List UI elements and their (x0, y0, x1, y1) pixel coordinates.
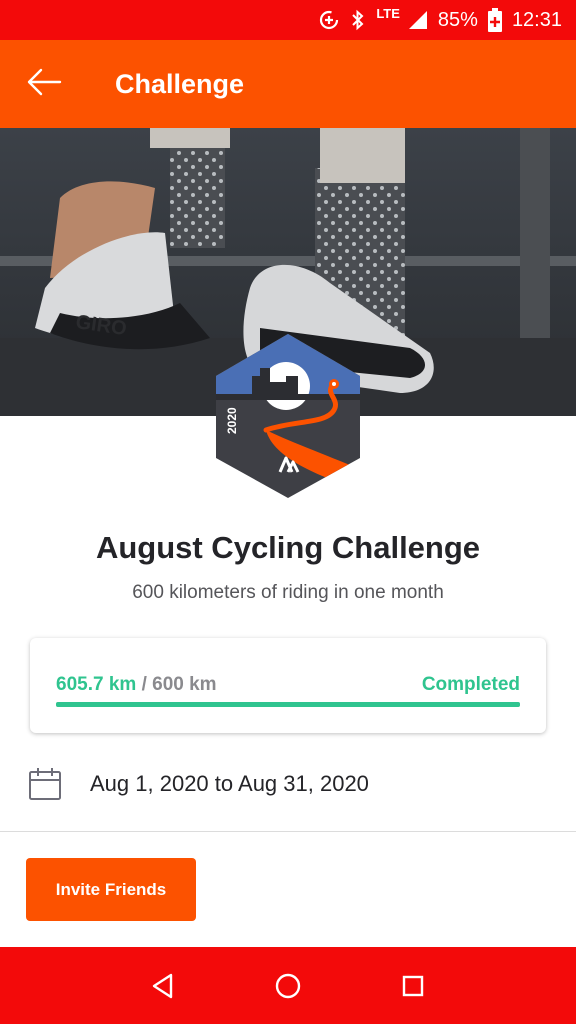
battery-icon (487, 8, 502, 32)
page-title: Challenge (115, 68, 245, 99)
date-range-row: Aug 1, 2020 to Aug 31, 2020 (0, 760, 576, 808)
data-saver-icon (318, 9, 340, 31)
back-button[interactable] (0, 40, 88, 128)
arrow-left-icon (26, 68, 62, 101)
progress-status: Completed (421, 674, 520, 695)
progress-bar (56, 702, 520, 707)
challenge-badge: 2020 (214, 332, 362, 500)
lte-label: LTE (376, 5, 400, 21)
status-bar: LTE 85% 12:31 (0, 0, 576, 40)
badge-year: 2020 (225, 407, 239, 434)
invite-friends-button[interactable]: Invite Friends (26, 858, 196, 921)
calendar-icon (28, 767, 62, 801)
challenge-subtitle: 600 kilometers of riding in one month (132, 582, 444, 603)
divider (0, 831, 576, 832)
back-triangle-icon[interactable] (143, 966, 183, 1006)
progress-text: 605.7 km / 600 km (56, 674, 217, 696)
progress-bar-fill (56, 702, 520, 707)
bluetooth-icon (350, 9, 366, 31)
date-range: Aug 1, 2020 to Aug 31, 2020 (90, 771, 369, 796)
app-bar: Challenge (0, 40, 576, 128)
home-circle-icon[interactable] (268, 966, 308, 1006)
recents-square-icon[interactable] (393, 966, 433, 1006)
challenge-title: August Cycling Challenge (95, 530, 481, 565)
progress-card: 605.7 km / 600 km Completed (30, 638, 546, 733)
battery-percent: 85% (437, 8, 478, 31)
progress-separator: / (141, 674, 147, 695)
signal-icon (408, 10, 428, 30)
progress-current: 605.7 km (56, 674, 137, 695)
clock: 12:31 (511, 8, 562, 31)
system-nav-bar (0, 947, 576, 1024)
progress-goal: 600 km (152, 674, 217, 695)
